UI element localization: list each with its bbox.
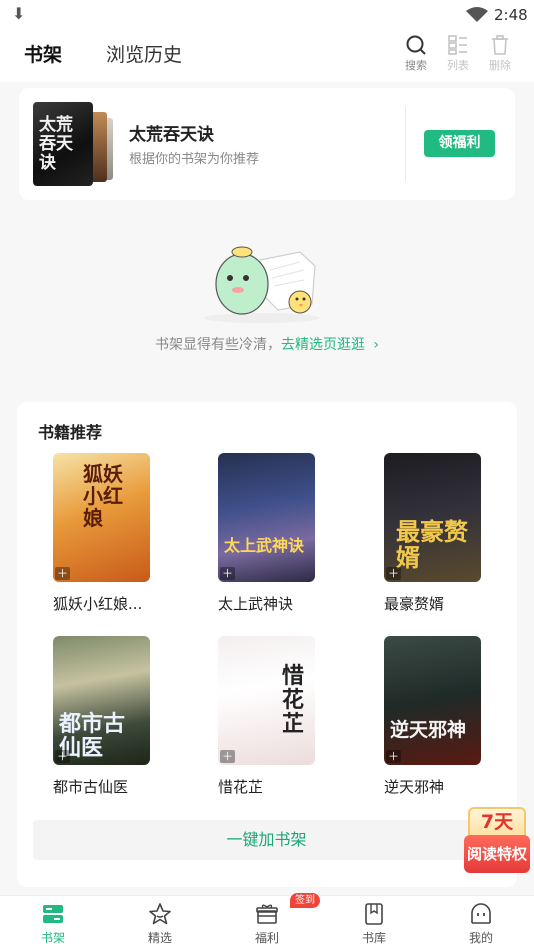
cover-calligraphy: 太荒吞天诀 xyxy=(39,115,73,173)
recommend-title: 太荒吞天诀 xyxy=(129,125,214,145)
book-item[interactable]: 太上武神诀 ＋ 太上武神诀 xyxy=(218,453,328,614)
list-icon xyxy=(448,35,467,55)
cover-title: 最豪赘婿 xyxy=(396,517,468,573)
add-to-shelf-icon[interactable]: ＋ xyxy=(55,567,70,580)
cover-title: 惜花芷 xyxy=(282,663,305,738)
cover-title: 太上武神诀 xyxy=(224,536,305,555)
profile-icon xyxy=(471,903,491,924)
clock: 2:48 xyxy=(494,6,528,24)
nav-featured[interactable]: 精选 xyxy=(130,896,190,949)
cover-title: 都市古仙医 xyxy=(59,711,126,762)
empty-shelf-message: 书架显得有些冷清，去精选页逛逛 › xyxy=(0,334,534,354)
reading-privilege-badge[interactable]: 7天 阅读特权 xyxy=(464,807,530,875)
book-recommend-section: 书籍推荐 狐妖小红娘 ＋ 狐妖小红娘... 太上武神诀 ＋ 太上武神诀 最豪赘婿… xyxy=(17,402,517,887)
book-cover: 逆天邪神 ＋ xyxy=(384,636,481,765)
book-title: 狐妖小红娘... xyxy=(53,595,143,613)
delete-button[interactable]: 删除 xyxy=(480,34,520,73)
gift-icon xyxy=(256,904,278,924)
nav-label: 书架 xyxy=(40,931,65,945)
book-title: 最豪赘婿 xyxy=(384,595,445,613)
tab-history[interactable]: 浏览历史 xyxy=(106,40,182,67)
cover-title: 狐妖小红娘 xyxy=(83,462,123,530)
bookshelf-content: 太荒吞天诀 太荒吞天诀 根据你的书架为你推荐 领福利 书架显得有些冷清，去精选页… xyxy=(0,82,534,895)
list-label: 列表 xyxy=(447,59,469,72)
library-icon xyxy=(365,903,383,925)
book-item[interactable]: 都市古仙医 ＋ 都市古仙医 xyxy=(53,636,163,797)
add-to-shelf-icon[interactable]: ＋ xyxy=(386,567,401,580)
book-item[interactable]: 最豪赘婿 ＋ 最豪赘婿 xyxy=(384,453,494,614)
signin-badge: 签到 xyxy=(290,893,320,908)
section-title: 书籍推荐 xyxy=(38,423,103,442)
top-header: 书架 浏览历史 搜索 列表 删除 xyxy=(0,30,534,82)
empty-shelf-text: 书架显得有些冷清， xyxy=(154,337,281,353)
add-to-shelf-icon[interactable]: ＋ xyxy=(220,567,235,580)
empty-shelf-illustration xyxy=(204,246,320,323)
nav-label: 精选 xyxy=(147,931,172,945)
nav-label: 福利 xyxy=(254,931,279,945)
list-button[interactable]: 列表 xyxy=(438,34,478,73)
recommend-subtitle: 根据你的书架为你推荐 xyxy=(129,152,260,167)
search-icon xyxy=(406,35,426,55)
add-to-shelf-icon[interactable]: ＋ xyxy=(55,750,70,763)
book-cover: 惜花芷 ＋ xyxy=(218,636,315,765)
nav-label: 书库 xyxy=(361,931,386,945)
book-title: 太上武神诀 xyxy=(218,595,294,613)
book-title: 都市古仙医 xyxy=(53,778,129,796)
claim-reward-button[interactable]: 领福利 xyxy=(424,130,495,157)
nav-library[interactable]: 书库 xyxy=(344,896,404,949)
badge-days: 7天 xyxy=(468,807,526,837)
download-icon: ⬇ xyxy=(12,4,26,23)
add-to-shelf-icon[interactable]: ＋ xyxy=(386,750,401,763)
trash-icon xyxy=(492,35,508,55)
book-item[interactable]: 惜花芷 ＋ 惜花芷 xyxy=(218,636,328,797)
star-icon xyxy=(149,903,171,925)
add-all-to-shelf-button[interactable]: 一键加书架 xyxy=(33,820,500,860)
nav-welfare[interactable]: 福利 xyxy=(237,896,297,949)
cover-front: 太荒吞天诀 xyxy=(33,102,93,186)
search-button[interactable]: 搜索 xyxy=(396,34,436,73)
nav-label: 我的 xyxy=(468,931,493,945)
nav-bookshelf[interactable]: 书架 xyxy=(23,896,83,949)
bottom-navigation: 书架 精选 福利 签到 书库 我的 xyxy=(0,893,534,949)
book-cover: 太上武神诀 ＋ xyxy=(218,453,315,582)
book-title: 逆天邪神 xyxy=(384,778,445,796)
delete-label: 删除 xyxy=(489,59,511,72)
chevron-right-icon: › xyxy=(373,337,380,353)
bookshelf-icon xyxy=(43,905,63,923)
wifi-icon xyxy=(466,7,488,22)
book-title: 惜花芷 xyxy=(218,778,264,796)
go-featured-link[interactable]: 去精选页逛逛 xyxy=(281,337,365,353)
badge-label: 阅读特权 xyxy=(464,835,530,873)
add-to-shelf-icon[interactable]: ＋ xyxy=(220,750,235,763)
recommend-card[interactable]: 太荒吞天诀 太荒吞天诀 根据你的书架为你推荐 领福利 xyxy=(19,88,515,200)
book-cover: 狐妖小红娘 ＋ xyxy=(53,453,150,582)
cover-title: 逆天邪神 xyxy=(390,719,467,741)
book-cover: 最豪赘婿 ＋ xyxy=(384,453,481,582)
recommend-cover: 太荒吞天诀 xyxy=(33,102,115,186)
search-label: 搜索 xyxy=(405,59,427,72)
status-bar: ⬇ 2:48 xyxy=(0,0,534,30)
book-item[interactable]: 狐妖小红娘 ＋ 狐妖小红娘... xyxy=(53,453,163,614)
tab-bookshelf[interactable]: 书架 xyxy=(24,40,62,67)
book-cover: 都市古仙医 ＋ xyxy=(53,636,150,765)
book-item[interactable]: 逆天邪神 ＋ 逆天邪神 xyxy=(384,636,494,797)
divider xyxy=(405,106,406,182)
nav-profile[interactable]: 我的 xyxy=(451,896,511,949)
